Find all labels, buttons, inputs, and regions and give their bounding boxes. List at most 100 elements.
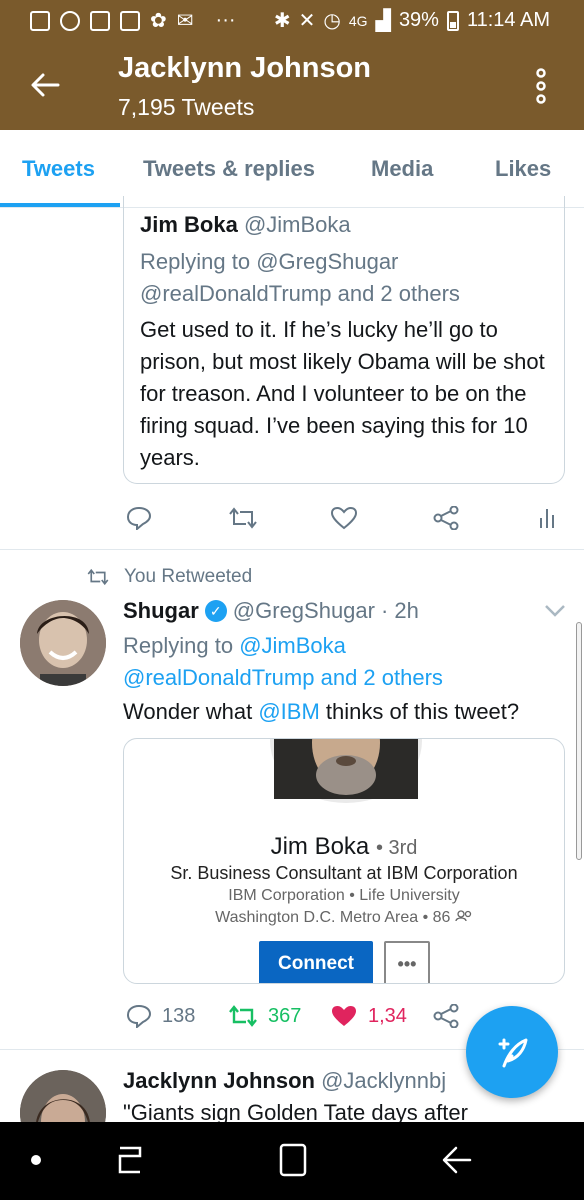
battery-percent: 39%	[398, 9, 439, 31]
bluetooth-icon: ✱	[273, 10, 291, 32]
profile-name: Jacklynn Johnson	[118, 52, 372, 84]
more-options-button: •••	[384, 941, 430, 983]
tweet-text-post: thinks of this tweet?	[325, 699, 520, 724]
author-name[interactable]: Shugar	[123, 598, 199, 624]
tweet-time: · 2h	[380, 598, 419, 623]
share-icon	[433, 1004, 459, 1028]
overflow-menu-icon[interactable]	[532, 68, 550, 104]
check-icon	[60, 10, 80, 31]
retweeted-label: You Retweeted	[124, 566, 253, 587]
profile-photo	[270, 739, 422, 803]
reply-mention-link[interactable]: @JimBoka	[239, 633, 346, 658]
more-notifications-icon: ···	[215, 9, 236, 31]
author-name[interactable]: Jacklynn Johnson	[123, 1068, 315, 1093]
author-handle: @GregShugar	[232, 598, 375, 623]
retweet-button[interactable]: 367	[228, 1004, 301, 1028]
tweet-text: Wonder what @IBM thinks of this tweet?	[123, 696, 573, 728]
signal-icon: ▟	[375, 10, 391, 32]
connection-degree: • 3rd	[375, 837, 418, 859]
tab-likes[interactable]: Likes	[495, 156, 551, 182]
tweet-header: Jacklynn Johnson @Jacklynnbj	[123, 1068, 446, 1094]
retweet-icon	[229, 1005, 257, 1027]
message-icon	[120, 10, 140, 31]
mute-icon: ✕	[298, 10, 316, 32]
battery-icon	[446, 10, 459, 31]
tab-media[interactable]: Media	[371, 156, 433, 182]
scrollbar[interactable]	[576, 622, 582, 860]
dot-icon[interactable]	[30, 1154, 42, 1166]
compose-feather-icon	[498, 1038, 528, 1068]
active-tab-indicator	[0, 203, 120, 207]
verified-badge-icon: ✓	[204, 600, 227, 622]
notification-icons: ✿ ✉ ···	[30, 8, 236, 33]
reply-prefix: Replying to	[140, 249, 251, 274]
analytics-button[interactable]	[538, 506, 556, 530]
recent-apps-icon[interactable]	[114, 1144, 146, 1178]
reply-icon	[126, 1004, 152, 1028]
analytics-icon	[540, 509, 554, 528]
reply-button[interactable]: 138	[126, 1004, 195, 1028]
tab-tweets-replies[interactable]: Tweets & replies	[143, 156, 315, 182]
retweet-context: You Retweeted	[86, 566, 252, 588]
card-job-title: Sr. Business Consultant at IBM Corporati…	[170, 863, 518, 883]
heart-icon	[330, 506, 358, 530]
tab-tweets[interactable]: Tweets	[22, 156, 95, 182]
home-icon[interactable]	[278, 1142, 308, 1178]
profile-photo-image	[274, 739, 418, 799]
back-arrow-icon[interactable]	[28, 68, 62, 102]
retweet-small-icon	[87, 568, 109, 586]
reply-others-link[interactable]: @realDonaldTrump and 2 others	[123, 665, 443, 690]
retweet-count: 367	[268, 1004, 302, 1027]
share-icon	[433, 506, 459, 530]
heart-filled-icon	[332, 1006, 356, 1026]
reply-context: Replying to @JimBoka @realDonaldTrump an…	[123, 630, 573, 694]
tweet-header: Shugar ✓ @GregShugar · 2h	[123, 598, 419, 624]
avatar[interactable]	[20, 600, 106, 686]
mail-icon: ✉	[176, 10, 194, 32]
back-icon[interactable]	[440, 1142, 474, 1178]
card-organizations: IBM Corporation • Life University	[228, 887, 460, 904]
profile-header: Jacklynn Johnson 7,195 Tweets	[0, 38, 584, 130]
reply-button[interactable]	[126, 506, 152, 530]
tweet-text-pre: Wonder what	[123, 699, 253, 724]
retweet-icon	[229, 507, 257, 529]
tweet-divider	[0, 549, 584, 550]
share-button[interactable]	[433, 506, 459, 530]
tweet-count: 7,195 Tweets	[118, 94, 255, 120]
chevron-down-icon[interactable]	[544, 604, 566, 618]
parking-icon	[90, 10, 110, 31]
card-person-name: Jim Boka • 3rd	[124, 833, 564, 861]
tweet-actions	[0, 498, 584, 538]
reply-icon	[126, 506, 152, 530]
reply-mention: @GregShugar	[256, 249, 399, 274]
connect-button: Connect	[259, 941, 373, 983]
connections-icon	[455, 910, 472, 922]
reply-prefix: Replying to	[123, 633, 234, 658]
avatar-photo	[20, 600, 106, 686]
like-button[interactable]	[330, 506, 358, 530]
compose-tweet-button[interactable]	[466, 1006, 558, 1098]
like-count: 1,34	[368, 1004, 407, 1027]
retweet-button[interactable]	[228, 506, 258, 530]
quoted-author-name: Jim Boka	[140, 212, 238, 237]
flower-icon: ✿	[150, 10, 167, 32]
mention-link[interactable]: @IBM	[258, 699, 319, 724]
like-button[interactable]: 1,34	[330, 1004, 407, 1028]
quoted-tweet-author: Jim Boka @JimBoka	[140, 212, 351, 238]
degree-text: 3rd	[388, 837, 418, 859]
share-button[interactable]	[433, 1004, 459, 1028]
android-nav-bar	[0, 1122, 584, 1200]
facebook-icon	[30, 10, 50, 31]
author-handle: @Jacklynnbj	[321, 1068, 447, 1093]
network-type: 4G	[348, 12, 368, 29]
alarm-icon: ◷	[323, 10, 341, 32]
card-location: Washington D.C. Metro Area • 86	[124, 909, 564, 927]
reply-count: 138	[162, 1004, 196, 1027]
system-icons: ✱ ✕ ◷ 4G ▟ 39% 11:14 AM	[274, 8, 550, 33]
status-bar: ✿ ✉ ··· ✱ ✕ ◷ 4G ▟ 39% 11:14 AM	[0, 0, 584, 38]
attached-image-card[interactable]: Jim Boka • 3rd Sr. Business Consultant a…	[123, 738, 565, 984]
card-name-text: Jim Boka	[270, 833, 370, 860]
card-location-text: Washington D.C. Metro Area • 86	[215, 909, 451, 926]
quoted-author-handle: @JimBoka	[243, 212, 351, 237]
clock: 11:14 AM	[466, 9, 550, 31]
